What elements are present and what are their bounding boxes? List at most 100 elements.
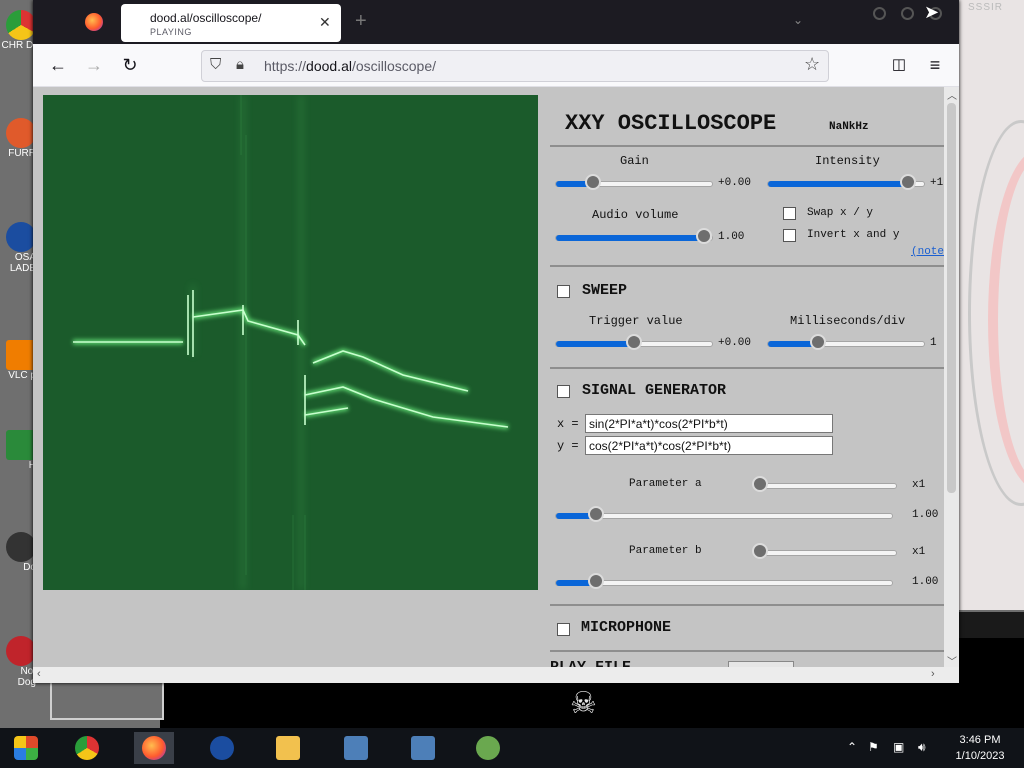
menu-icon[interactable]: ≡	[923, 53, 947, 77]
oscilloscope-screen[interactable]	[43, 95, 538, 590]
network-icon[interactable]: ▣	[893, 740, 904, 754]
taskbar-chrome[interactable]	[67, 732, 107, 764]
chevron-down-icon[interactable]: ⌄	[793, 13, 803, 27]
wallpaper-text: SSSIR	[968, 2, 1004, 13]
note-link[interactable]: (note	[911, 246, 944, 258]
tab-oscilloscope[interactable]: dood.al/oscilloscope/ PLAYING ✕	[121, 4, 341, 42]
background-window	[50, 680, 164, 720]
trigger-value: +0.00	[718, 337, 752, 349]
taskbar-app-2[interactable]	[403, 732, 443, 764]
scroll-left-icon[interactable]: ‹	[37, 668, 41, 680]
bookmark-star-icon[interactable]: ☆	[804, 54, 820, 75]
start-button[interactable]	[6, 732, 46, 764]
swap-xy-label: Swap x / y	[807, 207, 874, 219]
microphone-checkbox[interactable]	[557, 623, 570, 636]
tab-bar: dood.al/oscilloscope/ PLAYING ✕ + ⌄ ➤	[33, 0, 959, 44]
page-title: XXY OSCILLOSCOPE	[565, 111, 777, 136]
signal-generator-checkbox[interactable]	[557, 385, 570, 398]
parameter-a-label: Parameter a	[629, 478, 702, 490]
parameter-a-value: 1.00	[912, 509, 939, 521]
reload-icon[interactable]: ↻	[118, 53, 142, 77]
swap-xy-checkbox[interactable]	[783, 207, 796, 220]
intensity-slider[interactable]	[767, 174, 925, 190]
url-text: https://dood.al/oscilloscope/	[264, 58, 437, 74]
milliseconds-label: Milliseconds/div	[790, 314, 906, 328]
desktop-icon-h[interactable]: H	[0, 430, 36, 471]
vertical-scrollbar[interactable]: ︿ ﹀	[944, 87, 959, 667]
taskbar-firefox[interactable]	[134, 732, 174, 764]
skull-crossbones-icon: ☠	[570, 687, 597, 720]
page-content: XXY OSCILLOSCOPE NaNkHz Gain +0.00 Inten…	[33, 87, 959, 667]
parameter-b-value: 1.00	[912, 576, 939, 588]
taskbar-file-explorer[interactable]	[268, 732, 308, 764]
new-tab-icon[interactable]: +	[355, 10, 367, 33]
trigger-label: Trigger value	[589, 314, 683, 328]
flag-icon[interactable]: ⚑	[868, 740, 879, 754]
desktop-icon-osa[interactable]: OSA LADE	[0, 222, 36, 274]
scroll-down-icon[interactable]: ﹀	[947, 653, 957, 667]
taskbar: ⌃ ⚑ ▣ 🔊︎ 3:46 PM 1/10/2023	[0, 728, 1024, 768]
horizontal-scrollbar[interactable]: ‹ ›	[33, 667, 959, 683]
parameter-a-multiplier: x1	[912, 479, 926, 491]
milliseconds-value: 1	[930, 337, 937, 349]
oscilloscope-trace	[73, 95, 509, 590]
navigation-bar: ← → ↻ ⛉ 🔒︎ https://dood.al/oscilloscope/…	[33, 44, 959, 87]
milliseconds-slider[interactable]	[767, 334, 925, 350]
forward-arrow-icon[interactable]: →	[82, 53, 106, 77]
intensity-value: +1	[930, 177, 944, 189]
audio-volume-slider[interactable]	[555, 228, 713, 244]
trigger-slider[interactable]	[555, 334, 713, 350]
firefox-icon[interactable]	[85, 13, 103, 31]
y-label: y =	[557, 439, 579, 453]
maximize-button[interactable]	[901, 7, 914, 20]
clock-time: 3:46 PM	[959, 734, 1001, 746]
sweep-title: SWEEP	[582, 282, 628, 299]
parameter-a-slider[interactable]	[555, 506, 893, 522]
y-expression-input[interactable]: cos(2*PI*a*t)*cos(2*PI*b*t)	[585, 436, 833, 455]
shield-icon[interactable]: ⛉	[210, 56, 221, 73]
address-bar[interactable]: ⛉ 🔒︎ https://dood.al/oscilloscope/ ☆	[201, 50, 829, 82]
taskbar-app-3[interactable]	[468, 732, 508, 764]
lock-icon[interactable]: 🔒︎	[236, 56, 244, 73]
signal-generator-title: SIGNAL GENERATOR	[582, 382, 727, 399]
tab-title: dood.al/oscilloscope/	[150, 11, 262, 25]
intensity-label: Intensity	[815, 154, 880, 168]
tray-chevron-up-icon[interactable]: ⌃	[847, 740, 857, 754]
frequency-readout: NaNkHz	[829, 121, 869, 133]
invert-xy-checkbox[interactable]	[783, 229, 796, 242]
parameter-b-slider[interactable]	[555, 573, 893, 589]
mouse-cursor-icon: ➤	[924, 2, 940, 22]
microphone-title: MICROPHONE	[581, 619, 672, 636]
x-label: x =	[557, 417, 579, 431]
system-clock[interactable]: 3:46 PM 1/10/2023	[945, 732, 1015, 764]
audio-volume-label: Audio volume	[592, 208, 679, 222]
scroll-right-icon[interactable]: ›	[931, 668, 935, 680]
parameter-b-multiplier-slider[interactable]	[752, 543, 897, 559]
close-tab-icon[interactable]: ✕	[319, 14, 331, 31]
desktop-wallpaper-right: SSSIR	[958, 0, 1024, 610]
tab-playing-status: PLAYING	[150, 27, 192, 37]
gain-label: Gain	[620, 154, 649, 168]
desktop-icon-not-dog[interactable]: Not Dog	[0, 636, 36, 688]
minimize-button[interactable]	[873, 7, 886, 20]
volume-icon[interactable]: 🔊︎	[918, 740, 926, 755]
play-file-title: PLAY FILE	[550, 659, 631, 667]
audio-volume-value: 1.00	[718, 231, 745, 243]
parameter-b-label: Parameter b	[629, 545, 702, 557]
taskbar-app-1[interactable]	[336, 732, 376, 764]
sweep-checkbox[interactable]	[557, 285, 570, 298]
x-expression-input[interactable]: sin(2*PI*a*t)*cos(2*PI*b*t)	[585, 414, 833, 433]
taskbar-osa[interactable]	[202, 732, 242, 764]
invert-xy-label: Invert x and y	[807, 229, 900, 241]
pocket-icon[interactable]: ◫	[887, 53, 911, 77]
desktop-icon-do[interactable]: Do	[0, 532, 36, 573]
desktop-icon-chrome[interactable]: CHR DI	[0, 10, 36, 51]
scroll-up-icon[interactable]: ︿	[947, 87, 957, 102]
gain-slider[interactable]	[555, 174, 713, 190]
desktop-icon-vlc[interactable]: VLC p	[0, 340, 36, 381]
parameter-a-multiplier-slider[interactable]	[752, 476, 897, 492]
clock-date: 1/10/2023	[955, 750, 1005, 762]
desktop-icon-furr[interactable]: FURR	[0, 118, 36, 159]
back-arrow-icon[interactable]: ←	[46, 53, 70, 77]
gain-value: +0.00	[718, 177, 752, 189]
